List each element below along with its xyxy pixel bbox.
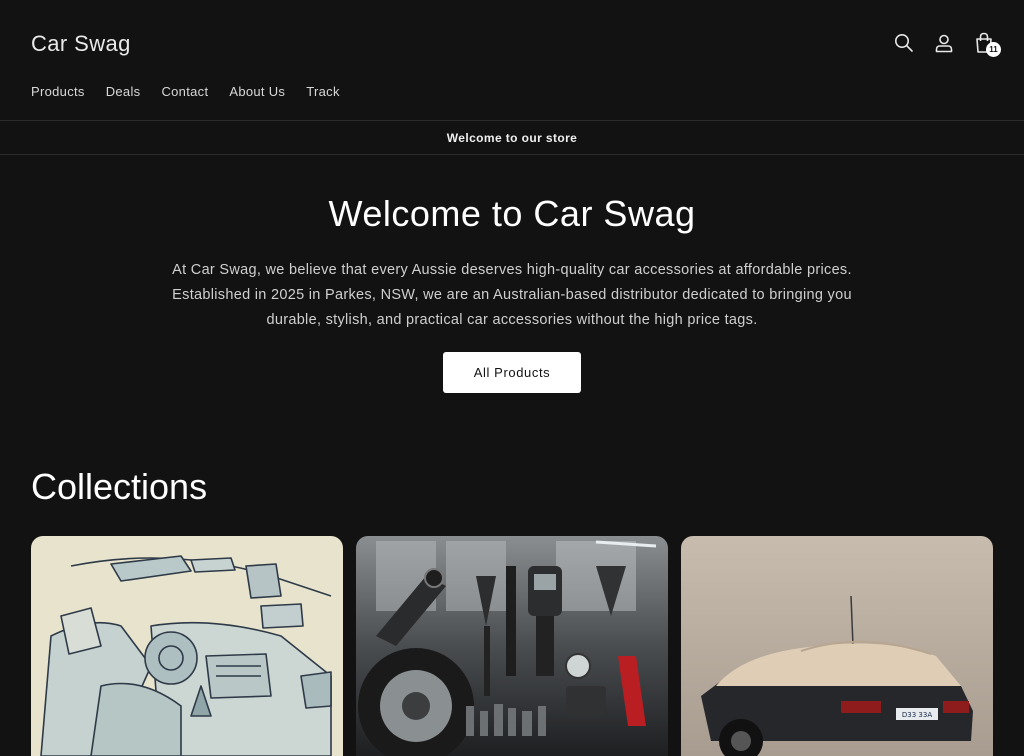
collections-grid: D33 33A (31, 536, 993, 756)
nav-track[interactable]: Track (306, 84, 340, 99)
collection-card-interior[interactable] (31, 536, 343, 756)
car-cover-image: D33 33A (681, 536, 993, 756)
cart-icon[interactable]: 11 (974, 32, 1001, 57)
cart-count-badge: 11 (986, 42, 1001, 57)
collection-card-tools[interactable] (356, 536, 668, 756)
nav-products[interactable]: Products (31, 84, 85, 99)
collections-heading: Collections (31, 466, 208, 507)
tools-image (356, 536, 668, 756)
license-plate-text: D33 33A (902, 711, 932, 719)
brand-logo[interactable]: Car Swag (31, 31, 131, 57)
main-nav: Products Deals Contact About Us Track (31, 84, 340, 99)
nav-deals[interactable]: Deals (106, 84, 141, 99)
hero-description: At Car Swag, we believe that every Aussi… (172, 262, 852, 328)
account-icon[interactable] (934, 32, 954, 54)
all-products-button[interactable]: All Products (443, 352, 581, 393)
nav-about-us[interactable]: About Us (229, 84, 285, 99)
hero-section: Welcome to Car Swag At Car Swag, we beli… (0, 155, 1024, 393)
header-icons: 11 (894, 32, 1001, 57)
announcement-bar: Welcome to our store (0, 121, 1024, 155)
nav-contact[interactable]: Contact (161, 84, 208, 99)
site-header: Car Swag 11 Products Deals Contact About (0, 0, 1024, 121)
interior-sketch-image (31, 536, 343, 756)
search-icon[interactable] (894, 32, 914, 54)
collection-card-car-covers[interactable]: D33 33A (681, 536, 993, 756)
hero-title: Welcome to Car Swag (328, 193, 696, 234)
